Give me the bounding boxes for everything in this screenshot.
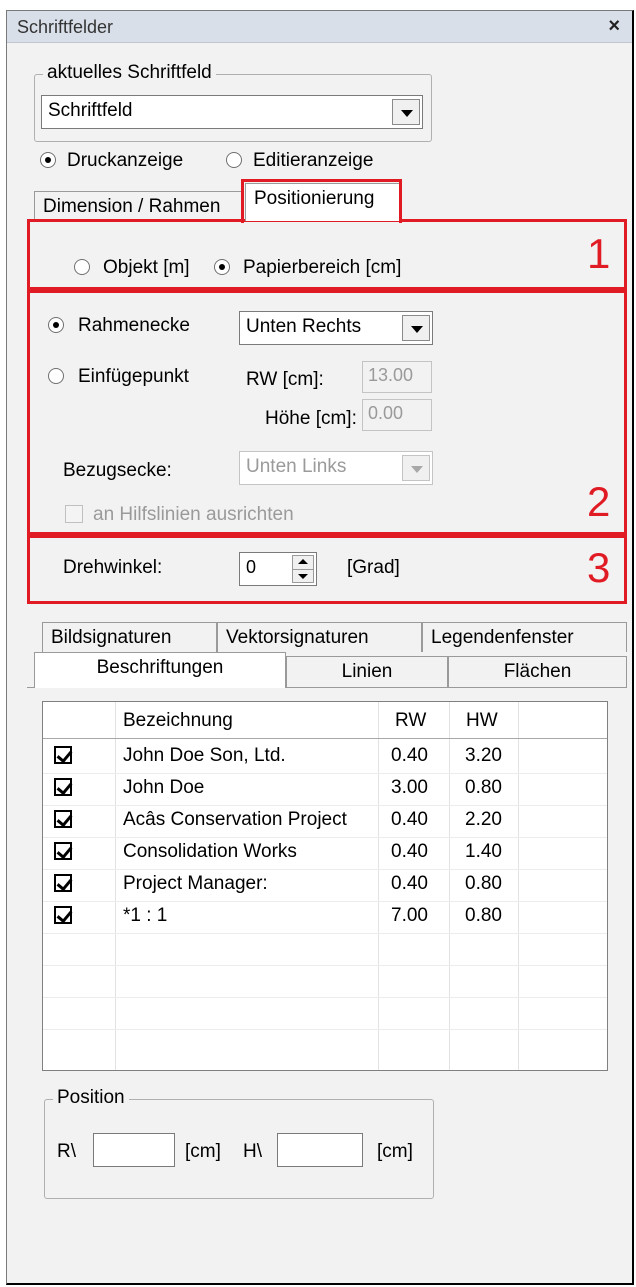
section-1-number: 1 — [587, 230, 611, 277]
current-field-select[interactable]: Schriftfeld — [41, 95, 423, 129]
ref-corner-value: Unten Links — [246, 456, 347, 477]
section-1-box — [27, 219, 627, 290]
row-name[interactable]: Consolidation Works — [123, 841, 297, 863]
tab-dimension-frame[interactable]: Dimension / Rahmen — [34, 191, 244, 221]
spin-arrows-icon[interactable] — [292, 555, 314, 583]
position-hw-input[interactable] — [277, 1133, 363, 1167]
object-radio[interactable] — [74, 259, 90, 275]
tab-areas[interactable]: Flächen — [448, 656, 627, 688]
frame-corner-value: Unten Rechts — [246, 316, 362, 337]
ref-corner-label: Bezugsecke: — [63, 460, 172, 481]
height-label: Höhe [cm]: — [265, 408, 357, 429]
row-name[interactable]: John Doe — [123, 777, 204, 799]
align-guides-checkbox[interactable] — [65, 505, 83, 523]
section-2-number: 2 — [587, 478, 611, 525]
section-3-number: 3 — [587, 544, 611, 591]
row-rw[interactable]: 0.40 — [391, 841, 428, 863]
rw-input[interactable]: 13.00 — [362, 361, 432, 393]
close-icon[interactable]: × — [608, 15, 620, 38]
row-hw[interactable]: 1.40 — [465, 841, 502, 863]
tab-image-signatures[interactable]: Bildsignaturen — [42, 622, 217, 652]
row-rw[interactable]: 0.40 — [391, 873, 428, 895]
row-name[interactable]: Project Manager: — [123, 873, 268, 895]
row-rw[interactable]: 0.40 — [391, 809, 428, 831]
schriftfelder-panel: Schriftfelder × aktuelles Schriftfeld Sc… — [6, 10, 634, 1285]
rotation-unit: [Grad] — [347, 557, 400, 578]
row-checkbox[interactable] — [54, 842, 72, 860]
rw-label: RW [cm]: — [246, 369, 324, 390]
header-name[interactable]: Bezeichnung — [123, 710, 233, 732]
paper-area-label[interactable]: Papierbereich [cm] — [243, 257, 401, 279]
frame-corner-label[interactable]: Rahmenecke — [78, 315, 190, 337]
position-hw-unit: [cm] — [377, 1141, 413, 1162]
align-guides-label[interactable]: an Hilfslinien ausrichten — [93, 504, 294, 526]
position-rw-label: R\ — [57, 1141, 76, 1162]
row-hw[interactable]: 2.20 — [465, 809, 502, 831]
tab-lines[interactable]: Linien — [286, 656, 448, 688]
object-label[interactable]: Objekt [m] — [103, 257, 190, 279]
rotation-value: 0 — [246, 557, 257, 577]
position-rw-input[interactable] — [93, 1133, 175, 1167]
print-view-radio[interactable] — [40, 152, 56, 168]
header-rw[interactable]: RW — [395, 710, 426, 732]
tab-labels[interactable]: Beschriftungen — [34, 652, 286, 688]
current-field-legend: aktuelles Schriftfeld — [43, 62, 216, 84]
print-view-label[interactable]: Druckanzeige — [67, 150, 183, 172]
insert-point-label[interactable]: Einfügepunkt — [78, 366, 189, 388]
tab-highlight — [241, 179, 402, 223]
labels-table: Bezeichnung RW HW John Doe Son, Ltd. 0.4… — [42, 701, 608, 1071]
header-hw[interactable]: HW — [466, 710, 498, 732]
frame-corner-radio[interactable] — [48, 317, 64, 333]
row-name[interactable]: Acâs Conservation Project — [123, 809, 347, 831]
chevron-down-icon[interactable] — [392, 99, 420, 125]
row-hw[interactable]: 0.80 — [465, 873, 502, 895]
row-hw[interactable]: 3.20 — [465, 745, 502, 767]
rotation-spinner[interactable]: 0 — [239, 552, 317, 586]
title-bar: Schriftfelder × — [7, 11, 632, 43]
row-checkbox[interactable] — [54, 746, 72, 764]
position-legend: Position — [53, 1087, 129, 1109]
row-rw[interactable]: 3.00 — [391, 777, 428, 799]
row-checkbox[interactable] — [54, 906, 72, 924]
row-rw[interactable]: 0.40 — [391, 745, 428, 767]
edit-view-radio[interactable] — [226, 152, 242, 168]
row-rw[interactable]: 7.00 — [391, 905, 428, 927]
row-hw[interactable]: 0.80 — [465, 905, 502, 927]
ref-corner-select[interactable]: Unten Links — [239, 451, 433, 485]
row-checkbox[interactable] — [54, 874, 72, 892]
position-rw-unit: [cm] — [185, 1141, 221, 1162]
paper-area-radio[interactable] — [214, 259, 230, 275]
panel-title: Schriftfelder — [17, 17, 114, 37]
row-checkbox[interactable] — [54, 778, 72, 796]
insert-point-radio[interactable] — [48, 368, 64, 384]
rotation-label: Drehwinkel: — [63, 557, 163, 578]
position-hw-label: H\ — [243, 1141, 262, 1162]
chevron-down-icon[interactable] — [402, 315, 430, 341]
edit-view-label[interactable]: Editieranzeige — [253, 150, 373, 172]
height-input[interactable]: 0.00 — [362, 399, 432, 431]
chevron-down-icon[interactable] — [402, 455, 430, 481]
tab-vector-signatures[interactable]: Vektorsignaturen — [217, 622, 422, 652]
tab-legend-window[interactable]: Legendenfenster — [422, 622, 627, 652]
row-name[interactable]: *1 : 1 — [123, 905, 167, 927]
frame-corner-select[interactable]: Unten Rechts — [239, 311, 433, 345]
current-field-value: Schriftfeld — [48, 100, 133, 121]
row-hw[interactable]: 0.80 — [465, 777, 502, 799]
row-checkbox[interactable] — [54, 810, 72, 828]
row-name[interactable]: John Doe Son, Ltd. — [123, 745, 286, 767]
